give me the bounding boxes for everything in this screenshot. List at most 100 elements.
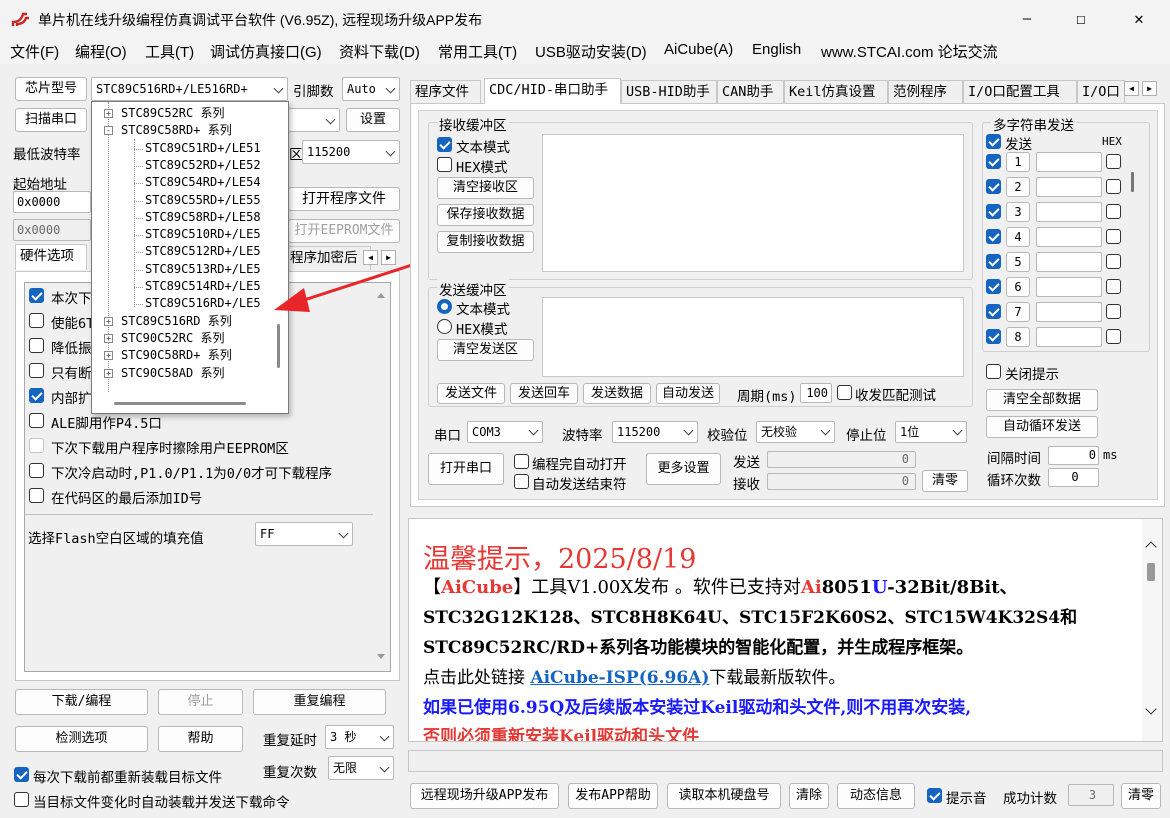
auto-close-checkbox[interactable] — [514, 474, 529, 489]
option-checkbox-0[interactable] — [29, 288, 44, 303]
menu-usb-driver[interactable]: USB驱动安装(D) — [535, 41, 647, 62]
copy-receive-button[interactable]: 复制接收数据 — [437, 231, 534, 253]
expand-icon[interactable]: + — [104, 368, 113, 378]
maximize-button[interactable]: ☐ — [1066, 6, 1096, 32]
option-checkbox-1[interactable] — [29, 313, 44, 328]
news-scrollbar[interactable] — [1142, 519, 1162, 741]
chip-model-select[interactable]: STC89C516RD+/LE516RD+ — [91, 77, 288, 101]
reload-change-checkbox[interactable] — [14, 792, 29, 807]
chip-model-button[interactable]: 芯片型号 — [15, 77, 87, 101]
multi-row-send-button[interactable]: 3 — [1006, 202, 1030, 222]
option-checkbox-6[interactable] — [29, 438, 44, 453]
multi-row-hex-checkbox[interactable] — [1106, 229, 1121, 244]
loop-count-input[interactable]: 0 — [1048, 468, 1099, 487]
chip-tree-item[interactable]: STC89C58RD+/LE58 — [145, 209, 261, 226]
chip-tree-item[interactable]: STC89C55RD+/LE55 — [145, 192, 261, 209]
chip-tree-item[interactable]: STC89C51RD+/LE51 — [145, 140, 261, 157]
recv-hex-mode-checkbox[interactable] — [437, 157, 452, 172]
menu-english[interactable]: English — [752, 41, 801, 58]
collapse-icon[interactable]: - — [104, 126, 113, 136]
menu-common-tools[interactable]: 常用工具(T) — [438, 41, 517, 62]
clear-all-data-button[interactable]: 清空全部数据 — [986, 389, 1098, 411]
scan-port-button[interactable]: 扫描串口 — [15, 108, 87, 132]
option-checkbox-4[interactable] — [29, 388, 44, 403]
fill-value-select[interactable]: FF — [255, 522, 353, 546]
chip-tree-item[interactable]: STC89C58RD+ 系列 — [121, 122, 232, 139]
recv-text-mode-checkbox[interactable] — [437, 137, 452, 152]
multi-row-input[interactable] — [1036, 327, 1102, 347]
multi-row-send-button[interactable]: 4 — [1006, 227, 1030, 247]
multi-row-checkbox[interactable] — [986, 229, 1001, 244]
multi-row-input[interactable] — [1036, 277, 1102, 297]
chip-tree-item[interactable]: STC89C510RD+/LE5 — [145, 226, 261, 243]
clear-counts-button[interactable]: 清零 — [922, 470, 968, 492]
match-test-checkbox[interactable] — [837, 385, 852, 400]
expand-icon[interactable]: + — [104, 333, 113, 343]
menu-program[interactable]: 编程(O) — [75, 41, 127, 62]
dropdown-hscroll-thumb[interactable] — [114, 402, 246, 405]
multi-row-checkbox[interactable] — [986, 279, 1001, 294]
scroll-down-icon[interactable] — [1145, 703, 1157, 715]
baud-rate-select[interactable]: 115200 — [612, 421, 698, 443]
multi-row-checkbox[interactable] — [986, 179, 1001, 194]
receive-textarea[interactable] — [542, 134, 964, 272]
chip-tree-item[interactable]: STC89C513RD+/LE5 — [145, 261, 261, 278]
multi-row-hex-checkbox[interactable] — [1106, 304, 1121, 319]
send-text-mode-radio[interactable] — [437, 299, 452, 314]
multi-row-send-button[interactable]: 2 — [1006, 177, 1030, 197]
send-enter-button[interactable]: 发送回车 — [510, 383, 578, 404]
tab-scroll-left-icon[interactable]: ◀ — [1124, 81, 1139, 96]
multi-row-input[interactable] — [1036, 252, 1102, 272]
multi-row-checkbox[interactable] — [986, 304, 1001, 319]
multi-row-checkbox[interactable] — [986, 204, 1001, 219]
menu-aicube[interactable]: AiCube(A) — [664, 41, 733, 58]
detect-options-button[interactable]: 检测选项 — [15, 726, 148, 752]
read-disk-button[interactable]: 读取本机硬盘号 — [667, 783, 781, 809]
clear-receive-button[interactable]: 清空接收区 — [437, 177, 534, 199]
clear-send-button[interactable]: 清空发送区 — [437, 339, 534, 361]
menu-website[interactable]: www.STCAI.com 论坛交流 — [821, 41, 998, 62]
tab-scroll-right-icon[interactable]: ▶ — [1142, 81, 1157, 96]
multi-row-input[interactable] — [1036, 302, 1102, 322]
parity-select[interactable]: 无校验 — [756, 421, 835, 443]
chip-tree-item[interactable]: STC90C58AD 系列 — [121, 365, 224, 382]
news-scroll-thumb[interactable] — [1147, 563, 1155, 581]
sound-checkbox[interactable] — [927, 788, 942, 803]
reset-count-button[interactable]: 清零 — [1121, 783, 1161, 809]
multi-row-checkbox[interactable] — [986, 254, 1001, 269]
multi-row-send-button[interactable]: 5 — [1006, 252, 1030, 272]
app-help-button[interactable]: 发布APP帮助 — [568, 783, 658, 809]
minimize-button[interactable]: — — [1012, 6, 1042, 32]
multi-row-checkbox[interactable] — [986, 154, 1001, 169]
menu-tools[interactable]: 工具(T) — [145, 41, 194, 62]
chip-tree-item[interactable]: STC89C54RD+/LE54 — [145, 174, 261, 191]
start-address-input[interactable]: 0x0000 — [13, 191, 91, 213]
auto-send-button[interactable]: 自动发送 — [656, 383, 720, 404]
port-select[interactable]: COM3 — [467, 421, 543, 443]
scroll-down-icon[interactable] — [377, 654, 385, 659]
expand-icon[interactable]: + — [104, 109, 113, 118]
tab-cdc-serial[interactable]: CDC/HID-串口助手 — [484, 78, 621, 104]
multi-row-send-button[interactable]: 7 — [1006, 302, 1030, 322]
tab-program-file[interactable]: 程序文件 — [410, 80, 481, 104]
remote-upgrade-button[interactable]: 远程现场升级APP发布 — [410, 783, 559, 809]
send-data-button[interactable]: 发送数据 — [583, 383, 651, 404]
tab-io-config[interactable]: I/O口配置工具 — [963, 80, 1077, 104]
options-scrollbar[interactable] — [372, 283, 390, 671]
more-settings-button[interactable]: 更多设置 — [646, 453, 721, 485]
chip-tree-item[interactable]: STC89C52RC 系列 — [121, 105, 224, 122]
port-select[interactable] — [288, 108, 340, 132]
scroll-up-icon[interactable] — [1145, 541, 1157, 553]
tab-examples[interactable]: 范例程序 — [888, 80, 963, 104]
auto-open-checkbox[interactable] — [514, 454, 529, 469]
multi-row-hex-checkbox[interactable] — [1106, 154, 1121, 169]
pin-count-select[interactable]: Auto — [342, 77, 400, 101]
chip-tree-item[interactable]: STC89C514RD+/LE5 — [145, 278, 261, 295]
chip-tree-item[interactable]: STC90C52RC 系列 — [121, 330, 224, 347]
menu-file[interactable]: 文件(F) — [10, 41, 59, 62]
multi-send-all-checkbox[interactable] — [986, 134, 1001, 149]
interval-input[interactable]: 0 — [1048, 446, 1099, 465]
multi-scrollbar[interactable] — [1131, 172, 1134, 192]
multi-row-send-button[interactable]: 6 — [1006, 277, 1030, 297]
stop-button[interactable]: 停止 — [158, 689, 243, 715]
